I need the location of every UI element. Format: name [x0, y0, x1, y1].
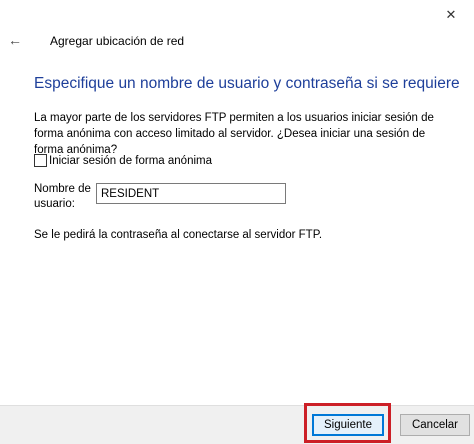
- close-icon: ✕: [445, 7, 457, 22]
- back-arrow-icon: ←: [8, 32, 22, 48]
- username-label: Nombre de usuario:: [34, 183, 91, 210]
- username-field[interactable]: [96, 183, 286, 204]
- wizard-title: Agregar ubicación de red: [50, 34, 185, 48]
- anonymous-login-label: Iniciar sesión de forma anónima: [49, 154, 212, 167]
- password-note: Se le pedirá la contraseña al conectarse…: [34, 229, 323, 241]
- cancel-button[interactable]: Cancelar: [400, 414, 470, 436]
- back-button[interactable]: ←: [6, 32, 24, 48]
- page-heading: Especifique un nombre de usuario y contr…: [34, 75, 460, 92]
- close-button[interactable]: ✕: [428, 0, 474, 30]
- next-button[interactable]: Siguiente: [312, 414, 384, 436]
- anonymous-login-option[interactable]: Iniciar sesión de forma anónima: [34, 154, 212, 167]
- add-network-location-dialog: ✕ ← Agregar ubicación de red Especifique…: [0, 0, 474, 444]
- description-text: La mayor parte de los servidores FTP per…: [34, 112, 434, 156]
- anonymous-login-checkbox[interactable]: [34, 154, 47, 167]
